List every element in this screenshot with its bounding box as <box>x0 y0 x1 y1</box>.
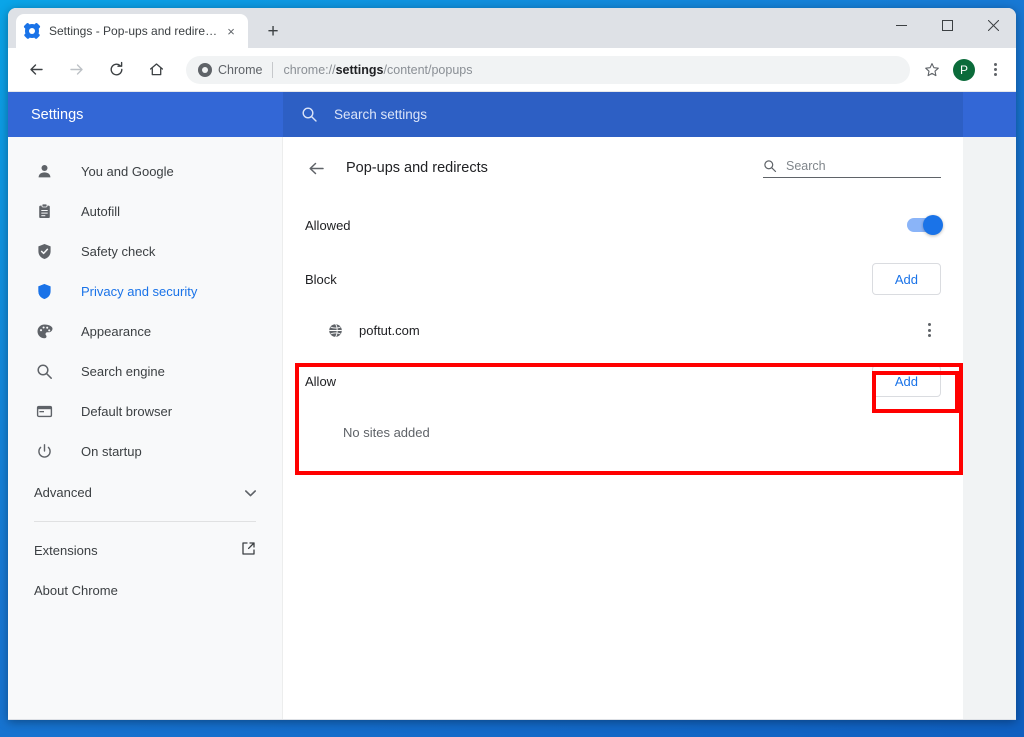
allow-section-header: Allow Add <box>283 353 963 409</box>
sidebar-divider <box>34 521 256 522</box>
block-section: Block Add poftut.com <box>283 251 963 353</box>
content-gutter <box>963 182 1016 719</box>
sidebar-item-label: You and Google <box>81 163 174 179</box>
search-icon <box>763 159 777 173</box>
sidebar-item-label: On startup <box>81 443 142 459</box>
settings-content: Pop-ups and redirects Search Allowed Blo… <box>283 137 963 719</box>
reload-icon[interactable] <box>101 55 131 85</box>
sidebar-item-label: About Chrome <box>34 582 118 598</box>
globe-icon <box>327 323 343 338</box>
list-item[interactable]: poftut.com <box>283 307 963 353</box>
palette-icon <box>34 323 54 340</box>
chrome-logo-icon <box>198 62 212 77</box>
sidebar-item-label: Appearance <box>81 323 152 339</box>
power-icon <box>34 443 54 460</box>
browser-toolbar: Chrome chrome://settings/content/popups … <box>8 48 1016 92</box>
search-settings-input[interactable]: Search settings <box>283 92 963 137</box>
url-host: settings <box>335 62 384 77</box>
sidebar-item-extensions[interactable]: Extensions <box>8 530 282 570</box>
star-icon[interactable] <box>918 56 946 84</box>
search-settings-placeholder: Search settings <box>334 107 428 122</box>
sidebar-item-label: Privacy and security <box>81 283 198 299</box>
sidebar-item-label: Search engine <box>81 363 165 379</box>
three-dot-menu-icon[interactable] <box>917 322 941 339</box>
browser-window: Settings - Pop-ups and redirects × + Chr… <box>8 8 1016 720</box>
content-search-input[interactable]: Search <box>763 159 941 178</box>
search-icon <box>301 106 318 123</box>
maximize-icon[interactable] <box>924 8 970 42</box>
allow-empty-text: No sites added <box>343 424 430 440</box>
block-add-button[interactable]: Add <box>871 263 941 295</box>
address-bar-url: chrome://settings/content/popups <box>283 63 472 77</box>
allowed-setting-row: Allowed <box>283 199 963 251</box>
sidebar-item-autofill[interactable]: Autofill <box>8 191 282 231</box>
tab-strip: Settings - Pop-ups and redirects × + <box>8 8 1016 48</box>
allow-section-title: Allow <box>305 373 337 389</box>
back-arrow-icon[interactable] <box>21 55 51 85</box>
sidebar-item-privacy-and-security[interactable]: Privacy and security <box>8 271 282 311</box>
block-section-header: Block Add <box>283 251 963 307</box>
three-dot-menu-icon[interactable] <box>982 57 1008 83</box>
sidebar-item-safety-check[interactable]: Safety check <box>8 231 282 271</box>
allow-section: Allow Add No sites added <box>283 353 963 455</box>
home-icon[interactable] <box>141 55 171 85</box>
shield-icon <box>34 283 54 300</box>
url-path: /content/popups <box>383 62 473 77</box>
sidebar-item-label: Extensions <box>34 542 98 558</box>
address-bar[interactable]: Chrome chrome://settings/content/popups <box>186 55 910 84</box>
url-prefix: chrome:// <box>283 62 336 77</box>
settings-title: Settings <box>31 106 84 123</box>
clipboard-icon <box>34 203 54 220</box>
sidebar-item-you-and-google[interactable]: You and Google <box>8 151 282 191</box>
sidebar-item-label: Default browser <box>81 403 173 419</box>
sidebar-item-advanced[interactable]: Advanced <box>8 471 282 513</box>
external-link-icon <box>241 541 256 559</box>
allowed-toggle[interactable] <box>907 215 943 235</box>
minimize-icon[interactable] <box>878 8 924 42</box>
person-icon <box>34 163 54 180</box>
sidebar-item-default-browser[interactable]: Default browser <box>8 391 282 431</box>
chrome-chip: Chrome <box>198 62 263 77</box>
sidebar-item-label: Autofill <box>81 203 121 219</box>
chrome-chip-label: Chrome <box>218 62 263 77</box>
settings-page: Settings Search settings You and Google <box>8 92 1016 719</box>
sidebar-item-about-chrome[interactable]: About Chrome <box>8 570 282 610</box>
gear-icon <box>24 23 40 39</box>
allow-add-button[interactable]: Add <box>871 365 941 397</box>
tab-title: Settings - Pop-ups and redirects <box>49 24 218 38</box>
browser-window-icon <box>34 403 54 420</box>
allowed-setting-label: Allowed <box>305 217 351 233</box>
block-section-title: Block <box>305 271 337 287</box>
content-header: Pop-ups and redirects Search <box>283 137 963 199</box>
shield-check-icon <box>34 243 54 260</box>
page-title: Pop-ups and redirects <box>346 160 488 176</box>
window-controls <box>878 8 1016 48</box>
sidebar-item-on-startup[interactable]: On startup <box>8 431 282 471</box>
back-arrow-icon[interactable] <box>303 159 329 178</box>
tab-settings[interactable]: Settings - Pop-ups and redirects × <box>16 14 248 48</box>
forward-arrow-icon <box>61 55 91 85</box>
site-name: poftut.com <box>359 322 420 338</box>
sidebar-item-search-engine[interactable]: Search engine <box>8 351 282 391</box>
avatar[interactable]: P <box>953 58 975 81</box>
new-tab-button[interactable]: + <box>260 18 286 44</box>
content-search-placeholder: Search <box>786 158 826 173</box>
chevron-down-icon <box>245 485 256 500</box>
close-icon[interactable] <box>970 8 1016 42</box>
sidebar-advanced-label: Advanced <box>34 484 92 500</box>
search-icon <box>34 363 54 380</box>
sidebar-item-appearance[interactable]: Appearance <box>8 311 282 351</box>
settings-header: Settings Search settings <box>8 92 1016 137</box>
sidebar-item-label: Safety check <box>81 243 156 259</box>
tab-close-icon[interactable]: × <box>222 22 240 40</box>
omnibox-divider <box>272 61 274 78</box>
settings-sidebar: You and Google Autofill Safety check Pri… <box>8 137 283 719</box>
